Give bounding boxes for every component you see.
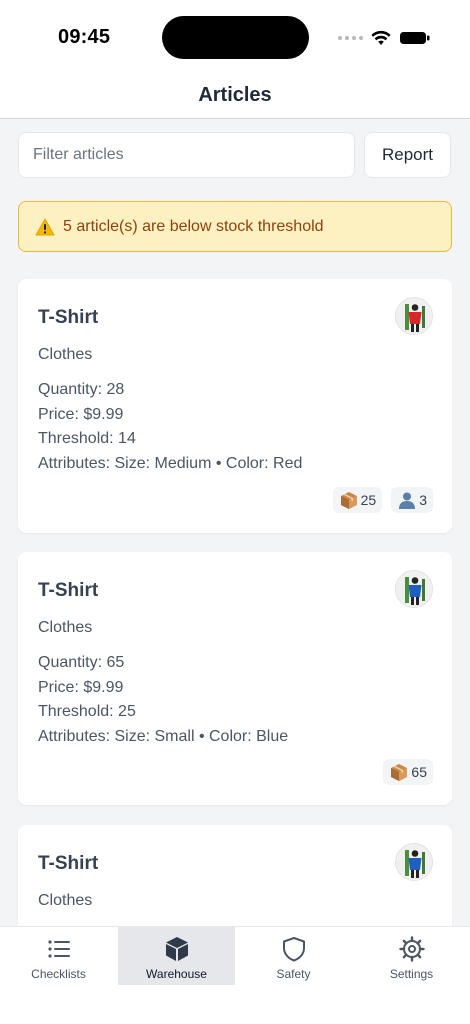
article-details: Quantity: 28 Price: $9.99 Threshold: 14 …: [38, 378, 302, 477]
article-quantity: Quantity: 65: [38, 654, 125, 671]
article-name: T-Shirt: [38, 853, 99, 874]
article-quantity: Quantity: 28: [38, 381, 125, 398]
stock-badge: 65: [383, 759, 433, 785]
list-icon: [48, 940, 70, 958]
package-icon: [391, 764, 408, 781]
wifi-icon: [371, 30, 391, 45]
status-icons: [338, 28, 431, 48]
tab-checklists[interactable]: Checklists: [0, 927, 117, 985]
user-icon: [399, 492, 416, 509]
tab-bar: Checklists Warehouse Safety Settings: [0, 926, 470, 1024]
article-name: T-Shirt: [38, 307, 99, 328]
tab-label: Safety: [276, 967, 311, 981]
article-threshold: Threshold: 14: [38, 430, 136, 448]
app-screen: 09:45 Articles Report: [0, 0, 470, 1024]
article-photo: [395, 843, 433, 881]
filter-articles-input[interactable]: [18, 132, 355, 178]
warning-icon: [35, 218, 55, 235]
article-photo: [395, 570, 433, 608]
article-price: Price: $9.99: [38, 405, 124, 423]
tab-label: Settings: [389, 967, 434, 981]
stock-badge: 25: [332, 487, 383, 513]
stock-count: 25: [360, 492, 377, 508]
article-photo: [395, 297, 433, 335]
article-price: Price: $9.99: [38, 678, 124, 696]
package-icon: [340, 492, 357, 509]
tab-label: Warehouse: [146, 967, 207, 981]
battery-icon: [400, 32, 430, 44]
article-category: Clothes: [38, 892, 93, 909]
page-title: Articles: [198, 84, 272, 106]
assignee-badge: 3: [391, 487, 433, 513]
assignee-count: 3: [419, 492, 427, 508]
signal-icon: [338, 36, 363, 40]
tab-label: Checklists: [31, 967, 86, 981]
article-badges: 65: [383, 759, 433, 785]
article-name: T-Shirt: [38, 580, 99, 601]
alert-text: 5 article(s) are below stock threshold: [63, 217, 324, 235]
article-details: Quantity: 65 Price: $9.99 Threshold: 25 …: [38, 651, 288, 750]
article-card[interactable]: T-Shirt Clothes Quantity: 65 Price: $9.9…: [18, 552, 452, 805]
tab-settings[interactable]: Settings: [353, 927, 470, 985]
status-time: 09:45: [58, 26, 111, 48]
stock-count: 65: [411, 764, 427, 780]
article-badges: 25 3: [332, 487, 433, 513]
low-stock-alert: 5 article(s) are below stock threshold: [18, 201, 452, 252]
article-category: Clothes: [38, 619, 93, 636]
tab-safety[interactable]: Safety: [235, 927, 352, 985]
report-button[interactable]: Report: [364, 132, 451, 178]
gear-icon: [399, 936, 425, 962]
dynamic-island: [162, 16, 309, 59]
cube-icon: [166, 937, 188, 961]
article-attributes: Attributes: Size: Medium • Color: Red: [38, 455, 303, 473]
shield-icon: [283, 937, 305, 962]
status-bar: 09:45: [0, 0, 470, 72]
tab-warehouse[interactable]: Warehouse: [118, 927, 235, 985]
article-category: Clothes: [38, 346, 93, 363]
article-card[interactable]: T-Shirt Clothes Quantity: 28 Price: $9.9…: [18, 279, 452, 533]
navigation-bar: Articles: [0, 72, 470, 119]
article-threshold: Threshold: 25: [38, 703, 136, 721]
article-attributes: Attributes: Size: Small • Color: Blue: [38, 728, 289, 746]
